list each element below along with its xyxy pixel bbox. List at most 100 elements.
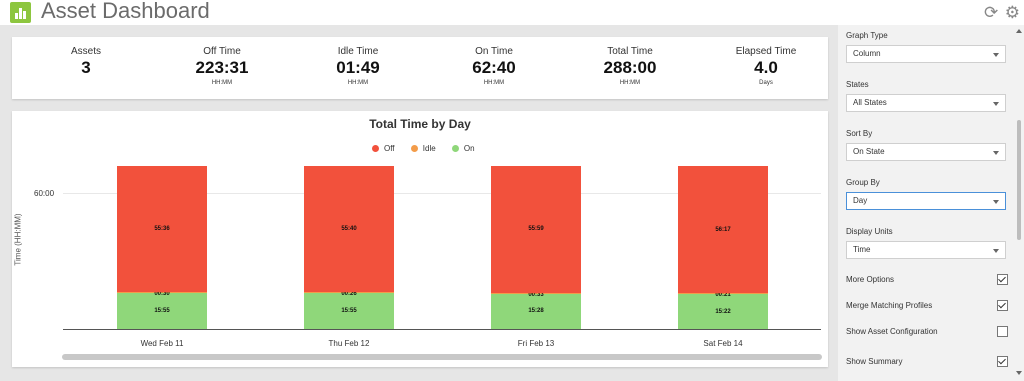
select-value: On State	[853, 147, 885, 156]
chevron-down-icon	[993, 249, 999, 253]
stat-label: Off Time	[203, 46, 241, 57]
summary-card: Assets 3 Off Time 223:31 HH:MM Idle Time…	[12, 37, 828, 99]
data-label: 55:59	[528, 226, 544, 233]
more-options-checkbox[interactable]	[997, 274, 1008, 285]
bar-segment-idle[interactable]: 00:26	[304, 291, 394, 297]
stat-value: 288:00	[603, 58, 657, 77]
stat-idle-time: Idle Time 01:49 HH:MM	[290, 46, 426, 86]
stat-value: 223:31	[195, 58, 249, 77]
dashboard-main: Assets 3 Off Time 223:31 HH:MM Idle Time…	[0, 25, 838, 381]
select-value: Time	[853, 245, 871, 254]
stat-value: 3	[81, 58, 91, 77]
asset-configuration-option: Show Asset Configuration	[846, 326, 1008, 338]
option-label: More Options	[846, 275, 895, 284]
bar-segment-off[interactable]: 56:17	[678, 165, 768, 294]
graph-type-select[interactable]: Column	[846, 45, 1006, 63]
vertical-scrollbar[interactable]	[1014, 25, 1024, 381]
states-select[interactable]: All States	[846, 94, 1006, 112]
option-label: Show Asset Configuration	[846, 327, 938, 336]
x-tick-label: Wed Feb 11	[140, 339, 184, 348]
display-units-field: Display Units Time	[846, 227, 1006, 259]
chevron-down-icon	[993, 53, 999, 57]
x-axis-line	[63, 329, 821, 330]
bar-thu-feb-12[interactable]: 15:55 00:26 55:40	[304, 165, 394, 329]
show-summary-option: Show Summary	[846, 356, 1008, 368]
y-tick-label: 60:00	[34, 189, 55, 198]
display-units-select[interactable]: Time	[846, 241, 1006, 259]
legend-label: Off	[384, 144, 395, 153]
stat-unit: HH:MM	[483, 80, 505, 86]
bar-segment-idle[interactable]: 00:33	[491, 292, 581, 298]
more-options-option: More Options	[846, 274, 1008, 286]
legend-item-idle[interactable]: Idle	[410, 144, 436, 153]
show-summary-checkbox[interactable]	[997, 356, 1008, 367]
stat-label: Total Time	[607, 46, 653, 57]
stat-label: Assets	[70, 46, 101, 57]
bar-segment-idle[interactable]: 00:30	[117, 291, 207, 297]
field-label: Display Units	[846, 227, 893, 236]
chevron-down-icon	[993, 200, 999, 204]
stat-value: 62:40	[472, 58, 516, 77]
top-bar: Asset Dashboard ⟳ ⚙	[0, 0, 1024, 25]
bar-wed-feb-11[interactable]: 15:55 00:30 55:36	[117, 165, 207, 329]
sort-by-select[interactable]: On State	[846, 143, 1006, 161]
asset-configuration-checkbox[interactable]	[997, 326, 1008, 337]
y-axis-title: Time (HH:MM)	[13, 213, 23, 266]
legend-item-off[interactable]: Off	[372, 144, 395, 153]
bar-segment-off[interactable]: 55:40	[304, 165, 394, 292]
group-by-select[interactable]: Day	[846, 192, 1006, 210]
bar-chart-logo-icon	[10, 2, 31, 23]
gear-icon[interactable]: ⚙	[1005, 3, 1020, 22]
graph-type-field: Graph Type Column	[846, 31, 1006, 63]
bar-segment-idle[interactable]: 00:21	[678, 292, 768, 298]
stat-on-time: On Time 62:40 HH:MM	[426, 46, 562, 86]
field-label: States	[846, 80, 869, 89]
stat-elapsed-time: Elapsed Time 4.0 Days	[698, 46, 834, 86]
data-label: 15:55	[341, 307, 357, 314]
bar-segment-on[interactable]: 15:28	[491, 293, 581, 329]
stat-assets: Assets 3	[18, 46, 154, 80]
sort-by-field: Sort By On State	[846, 129, 1006, 161]
bar-sat-feb-14[interactable]: 15:22 00:21 56:17	[678, 165, 768, 329]
bar-segment-on[interactable]: 15:22	[678, 294, 768, 329]
legend-swatch	[451, 145, 459, 152]
data-label: 15:28	[528, 308, 544, 315]
stat-unit: HH:MM	[211, 80, 233, 86]
refresh-icon[interactable]: ⟳	[984, 3, 998, 22]
bar-fri-feb-13[interactable]: 15:28 00:33 55:59	[491, 165, 581, 329]
stat-label: Elapsed Time	[735, 46, 797, 57]
stat-unit: HH:MM	[619, 80, 641, 86]
field-label: Graph Type	[846, 31, 888, 40]
stat-unit: HH:MM	[347, 80, 369, 86]
data-label: 55:40	[341, 225, 357, 232]
x-tick-label: Thu Feb 12	[328, 339, 370, 348]
scroll-down-arrow-icon[interactable]	[1016, 371, 1022, 375]
data-label: 15:55	[154, 307, 170, 314]
stat-value: 01:49	[336, 58, 380, 77]
bar-segment-on[interactable]: 15:55	[304, 292, 394, 329]
data-label: 55:36	[154, 225, 170, 232]
stat-off-time: Off Time 223:31 HH:MM	[154, 46, 290, 86]
option-label: Show Summary	[846, 357, 903, 366]
chevron-down-icon	[993, 102, 999, 106]
data-label: 56:17	[715, 226, 731, 233]
settings-sidebar: Graph Type Column States All States Sort…	[838, 25, 1024, 381]
merge-profiles-option: Merge Matching Profiles	[846, 300, 1008, 312]
scroll-up-arrow-icon[interactable]	[1016, 29, 1022, 33]
select-value: Day	[853, 196, 868, 205]
merge-profiles-checkbox[interactable]	[997, 300, 1008, 311]
chevron-down-icon	[993, 151, 999, 155]
legend-swatch	[410, 145, 418, 152]
horizontal-scrollbar[interactable]	[62, 354, 822, 360]
scrollbar-thumb[interactable]	[1017, 120, 1021, 240]
bar-segment-off[interactable]: 55:36	[117, 165, 207, 292]
states-field: States All States	[846, 80, 1006, 112]
stat-label: On Time	[475, 46, 513, 57]
bar-segment-on[interactable]: 15:55	[117, 292, 207, 329]
legend-swatch	[372, 145, 379, 152]
stat-unit: Days	[759, 80, 773, 86]
bar-segment-off[interactable]: 55:59	[491, 165, 581, 293]
legend-label: Idle	[422, 144, 436, 153]
legend-item-on[interactable]: On	[451, 144, 475, 153]
legend-label: On	[463, 144, 475, 153]
